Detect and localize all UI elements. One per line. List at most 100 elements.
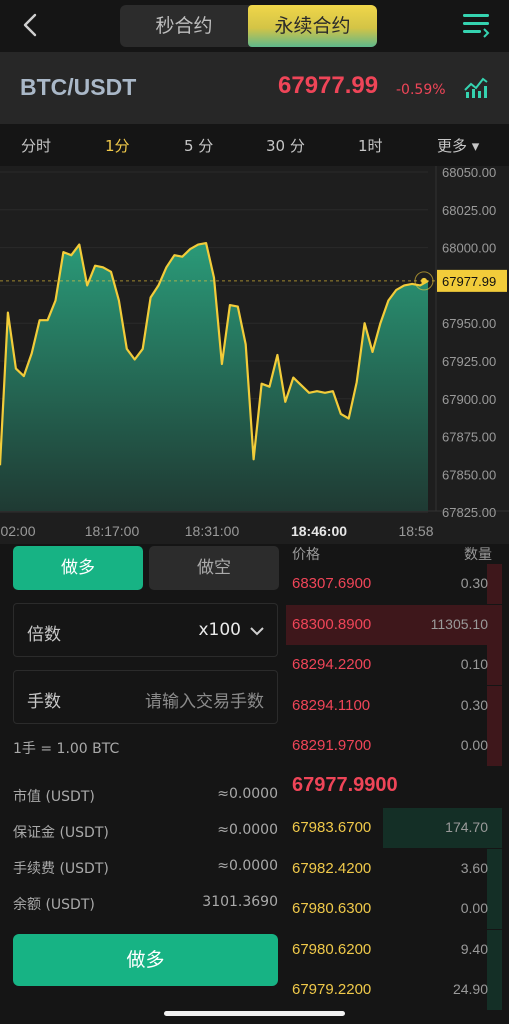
timeframe-tab[interactable]: 1时	[358, 135, 383, 156]
bid-row[interactable]: 67983.6700 174.70	[286, 808, 502, 848]
bid-row[interactable]: 67980.6300 0.00	[286, 889, 502, 929]
y-tick-label: 68050.00	[442, 166, 496, 180]
ask-row[interactable]: 68307.6900 0.30	[286, 564, 502, 604]
bid-quantity: 24.90	[452, 981, 488, 997]
ask-price: 68294.1100	[292, 696, 371, 714]
price-chart[interactable]: 68050.00 68025.00 68000.00 67950.00 67925.00…	[0, 166, 509, 544]
bid-quantity: 0.00	[460, 900, 488, 916]
bid-depth-bar	[487, 889, 502, 929]
chart-trend-icon[interactable]	[462, 74, 490, 100]
fee-row: 手续费 (USDT) ≈0.0000	[13, 858, 278, 878]
back-chevron-icon[interactable]	[18, 12, 44, 38]
ask-quantity: 0.30	[460, 696, 488, 713]
home-indicator	[164, 1011, 345, 1016]
bid-price: 67980.6200	[292, 940, 372, 958]
x-tick-label: 18:46:00	[291, 523, 347, 539]
top-bar: 秒合约 永续合约	[0, 0, 509, 52]
bid-price: 67979.2200	[292, 981, 372, 998]
leverage-value: x100	[198, 620, 241, 640]
x-tick-label: 18:58	[398, 523, 433, 539]
y-tick-label: 67850.00	[442, 467, 496, 482]
bid-price: 67982.4200	[292, 859, 372, 877]
trading-pair[interactable]: BTC/USDT	[20, 74, 136, 101]
leverage-label: 倍数	[27, 625, 61, 645]
timeframe-tab[interactable]: 30 分	[266, 135, 305, 156]
orderbook-mid-price: 67977.9900	[292, 774, 398, 796]
bid-depth-bar	[487, 848, 502, 889]
info-label: 市值 (USDT)	[13, 789, 95, 805]
info-value: ≈0.0000	[217, 858, 278, 874]
ask-quantity: 11305.10	[430, 615, 488, 632]
last-price: 67977.99	[278, 72, 379, 99]
info-label: 手续费 (USDT)	[13, 861, 109, 877]
ask-quantity: 0.10	[460, 656, 488, 672]
short-tab-button[interactable]: 做空	[149, 546, 279, 590]
timeframe-more-dropdown[interactable]: 更多 ▾	[437, 135, 479, 156]
quantity-placeholder: 请输入交易手数	[145, 692, 264, 712]
bid-depth-bar	[487, 970, 502, 1010]
bid-price: 67980.6300	[292, 900, 372, 917]
ask-depth-bar	[487, 564, 502, 604]
ask-row[interactable]: 68291.9700 0.00	[286, 726, 502, 766]
bid-row[interactable]: 67982.4200 3.60	[286, 848, 502, 889]
ask-depth-bar	[487, 726, 502, 766]
x-tick-label: 02:00	[0, 523, 35, 539]
ask-depth-bar	[487, 685, 502, 726]
tab-perpetual-contract[interactable]: 永续合约	[248, 5, 377, 47]
ask-quantity: 0.30	[460, 575, 488, 591]
info-label: 余额 (USDT)	[13, 897, 95, 913]
current-price-label: 67977.99	[442, 274, 496, 289]
ticker-bar: BTC/USDT 67977.99 -0.59%	[0, 52, 509, 124]
y-tick-label: 67875.00	[442, 430, 496, 445]
ask-row[interactable]: 68294.2200 0.10	[286, 645, 502, 685]
y-tick-label: 67950.00	[442, 316, 496, 331]
leverage-selector[interactable]: 倍数 x100	[13, 603, 278, 657]
orderbook-qty-header: 数量	[464, 547, 492, 563]
y-tick-label: 68025.00	[442, 203, 496, 218]
timeframe-tab[interactable]: 分时	[21, 135, 51, 156]
orderbook-price-header: 价格	[292, 547, 320, 563]
y-tick-label: 67925.00	[442, 354, 496, 369]
info-value: ≈0.0000	[217, 822, 278, 838]
ask-price: 68307.6900	[292, 575, 372, 592]
y-tick-label: 68000.00	[442, 241, 496, 256]
price-change-percent: -0.59%	[396, 82, 446, 98]
menu-list-icon[interactable]	[462, 12, 490, 38]
ask-quantity: 0.00	[460, 737, 488, 753]
timeframe-tab[interactable]: 5 分	[184, 135, 213, 156]
bid-quantity: 9.40	[460, 940, 488, 957]
bid-quantity: 174.70	[445, 819, 488, 835]
x-tick-label: 18:17:00	[85, 523, 140, 539]
ask-depth-bar	[487, 645, 502, 685]
info-value: ≈0.0000	[217, 786, 278, 802]
order-panel: 做多 做空 倍数 x100 手数 请输入交易手数 1手 = 1.00 BTC 市…	[0, 544, 509, 1024]
submit-long-button[interactable]: 做多	[13, 934, 278, 986]
contract-type-switch: 秒合约 永续合约	[120, 5, 377, 47]
bid-row[interactable]: 67979.2200 24.90	[286, 970, 502, 1010]
long-tab-button[interactable]: 做多	[13, 546, 143, 590]
quantity-label: 手数	[27, 692, 61, 712]
ask-row[interactable]: 68300.8900 11305.10	[286, 604, 502, 645]
timeframe-bar: 分时 1分 5 分 30 分 1时 更多 ▾	[0, 124, 509, 166]
lot-size-info: 1手 = 1.00 BTC	[13, 741, 120, 757]
bid-quantity: 3.60	[460, 859, 488, 876]
bid-row[interactable]: 67980.6200 9.40	[286, 929, 502, 970]
info-label: 保证金 (USDT)	[13, 825, 109, 841]
bid-depth-bar	[487, 929, 502, 970]
chevron-down-icon	[250, 627, 264, 636]
ask-price: 68291.9700	[292, 737, 372, 754]
balance-row: 余额 (USDT) 3101.3690	[13, 894, 278, 914]
market-value-row: 市值 (USDT) ≈0.0000	[13, 786, 278, 806]
price-chart-svg: 68050.00 68025.00 68000.00 67950.00 67925.00…	[0, 166, 509, 539]
quantity-input[interactable]: 手数 请输入交易手数	[13, 670, 278, 724]
y-tick-label: 67825.00	[442, 505, 496, 520]
current-price-dot	[421, 277, 427, 284]
y-tick-label: 67900.00	[442, 392, 496, 407]
timeframe-tab-active[interactable]: 1分	[105, 135, 130, 156]
tab-second-contract[interactable]: 秒合约	[120, 5, 248, 47]
margin-row: 保证金 (USDT) ≈0.0000	[13, 822, 278, 842]
bid-price: 67983.6700	[292, 819, 372, 836]
ask-row[interactable]: 68294.1100 0.30	[286, 685, 502, 726]
ask-price: 68300.8900	[292, 615, 372, 633]
ask-price: 68294.2200	[292, 656, 372, 673]
